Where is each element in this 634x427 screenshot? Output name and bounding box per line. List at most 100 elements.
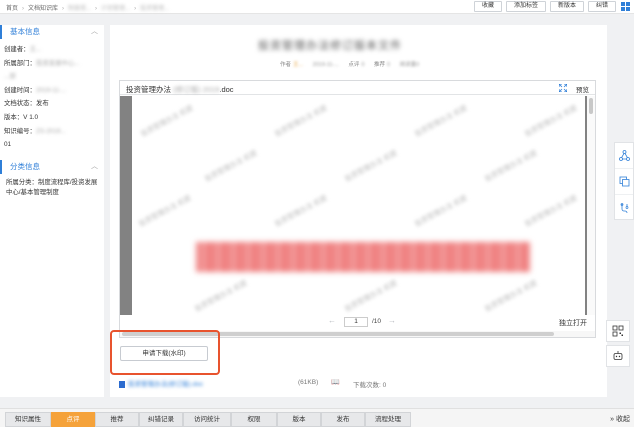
creator-label: 创建者：: [4, 46, 30, 53]
dept-value: 投资发展中心...: [35, 59, 80, 67]
watermark-text: 投资管理办法 机密: [413, 194, 469, 229]
favorite-button[interactable]: 收藏: [473, 1, 502, 12]
breadcrumb-subcategory[interactable]: 计划管理...: [101, 3, 130, 12]
dept-row-continued: ...部: [4, 72, 104, 86]
arrow-left-icon[interactable]: ←: [328, 316, 336, 325]
watermark-text: 投资管理办法 机密: [413, 104, 469, 139]
chevron-up-icon[interactable]: ︿: [91, 160, 98, 174]
attachment-name[interactable]: 投资管理办法(修订版).doc: [128, 381, 203, 388]
breadcrumb-separator: ›: [22, 6, 25, 12]
watermark-text: 投资管理办法 机密: [483, 149, 539, 184]
collapse-label: 收起: [616, 416, 630, 423]
book-icon[interactable]: 📖: [331, 378, 340, 386]
service-tool[interactable]: [606, 345, 630, 367]
code-value: ZS-2019...: [35, 127, 66, 135]
arrow-right-icon[interactable]: →: [388, 316, 396, 325]
code-row: 知识编号：ZS-2019...: [4, 127, 104, 141]
watermark-text: 投资管理办法 机密: [343, 279, 399, 314]
tab-permissions[interactable]: 权限: [231, 412, 277, 427]
breadcrumb-kb[interactable]: 文档知识库: [28, 3, 58, 12]
robot-service-icon: [613, 351, 623, 360]
apply-download-button[interactable]: 申请下载(水印): [120, 346, 208, 361]
correct-button[interactable]: 纠错: [587, 1, 616, 12]
watermark-text: 投资管理办法 机密: [273, 194, 329, 229]
tab-publish[interactable]: 发布: [321, 412, 365, 427]
chevron-up-icon[interactable]: ︿: [91, 25, 98, 39]
add-tag-button[interactable]: 添加标签: [505, 1, 546, 12]
recommend-value: 0: [387, 62, 391, 68]
author-label: 作者: [280, 62, 292, 68]
grid-view-icon[interactable]: [621, 2, 630, 11]
viewer-vertical-scrollbar[interactable]: [587, 96, 595, 315]
file-name-prefix: 投资管理办法: [126, 85, 171, 94]
fullscreen-icon[interactable]: [559, 84, 567, 92]
created-row: 创建时间：2019-11-...: [4, 86, 104, 100]
basic-info-header[interactable]: 基本信息 ︿: [0, 25, 104, 39]
dept-label: 所属部门：: [4, 59, 36, 67]
basic-info-title: 基本信息: [10, 27, 40, 36]
copy-tool[interactable]: [615, 169, 633, 195]
standalone-open-button[interactable]: 独立打开: [559, 318, 587, 328]
watermark-text: 投资管理办法 机密: [137, 194, 193, 229]
readers-value: 阅读量0: [399, 62, 420, 68]
breadcrumb-separator: ›: [134, 6, 137, 12]
version-row: 版本：V 1.0: [4, 113, 104, 127]
document-heading-redacted: [196, 242, 530, 272]
watermark-text: 投资管理办法 机密: [203, 149, 259, 184]
document-viewer: 投资管理办法 (修订版) 2019.doc 预览 投资管理办法 机密 投资管理办…: [119, 80, 596, 338]
page-number-input[interactable]: 1: [344, 317, 368, 327]
flow-icon: [620, 202, 628, 213]
share-tool[interactable]: [615, 143, 633, 169]
flow-tool[interactable]: [615, 195, 633, 221]
file-extension: .doc: [219, 85, 234, 94]
created-value: 2019-11-...: [35, 86, 67, 94]
version-label: 版本：: [4, 113, 24, 121]
tab-process[interactable]: 流程处理: [365, 412, 411, 427]
document-meta: 作者 王... 2019-11-... 点评 0 推荐 0 阅读量0: [280, 60, 427, 68]
author-value[interactable]: 王...: [293, 62, 303, 68]
bottom-tab-bar: 知识属性 点评 推荐 纠错记录 访问统计 权限 版本 发布 流程处理 » 收起: [0, 408, 634, 427]
watermark-text: 投资管理办法 机密: [483, 279, 539, 314]
watermark-text: 投资管理办法 机密: [523, 194, 579, 229]
tab-correction-records[interactable]: 纠错记录: [139, 412, 183, 427]
watermark-text: 投资管理办法 机密: [273, 104, 329, 139]
code-value-continued: 01: [4, 141, 12, 149]
tab-knowledge-attributes[interactable]: 知识属性: [5, 412, 51, 427]
status-label: 文档状态：: [4, 100, 36, 108]
top-bar: 首页 › 文档知识库 › 制度规... › 计划管理... › 投资管理... 收藏 添加标签 …: [0, 0, 634, 14]
document-render-area: 投资管理办法 机密 投资管理办法 机密 投资管理办法 机密 投资管理办法 机密 …: [120, 96, 589, 315]
tab-recommend[interactable]: 推荐: [95, 412, 139, 427]
breadcrumb: 首页 › 文档知识库 › 制度规... › 计划管理... › 投资管理...: [6, 3, 169, 12]
collapse-button[interactable]: » 收起: [610, 414, 630, 424]
right-tool-rail: [614, 142, 634, 220]
clicks-value: 0: [361, 62, 365, 68]
page-total: /10: [372, 318, 382, 325]
share-icon: [618, 150, 630, 161]
document-page: 投资管理办法 机密 投资管理办法 机密 投资管理办法 机密 投资管理办法 机密 …: [132, 96, 585, 315]
tab-visit-stats[interactable]: 访问统计: [183, 412, 231, 427]
tab-comments[interactable]: 点评: [51, 412, 95, 427]
double-chevron-right-icon: »: [610, 416, 615, 423]
watermark-text: 投资管理办法 机密: [139, 104, 195, 139]
breadcrumb-home[interactable]: 首页: [6, 3, 18, 12]
breadcrumb-category[interactable]: 制度规...: [68, 3, 91, 12]
new-version-button[interactable]: 新版本: [549, 1, 584, 12]
code-row-continued: 01: [4, 140, 104, 154]
category-path: 所属分类：制度流程库/投资发展中心/基本管理制度: [6, 178, 98, 196]
breadcrumb-current: 投资管理...: [140, 6, 170, 12]
tab-version[interactable]: 版本: [277, 412, 321, 427]
qrcode-icon: [612, 325, 624, 337]
scrollbar-thumb[interactable]: [589, 98, 593, 114]
qrcode-tool[interactable]: [606, 320, 630, 342]
category-info-header[interactable]: 分类信息 ︿: [0, 159, 104, 174]
watermark-text: 投资管理办法 机密: [343, 149, 399, 184]
breadcrumb-separator: ›: [95, 6, 98, 12]
dept-value-continued: ...部: [4, 73, 16, 81]
viewer-header: 投资管理办法 (修订版) 2019.doc 预览: [120, 81, 595, 95]
preview-label[interactable]: 预览: [576, 84, 589, 94]
attachment-size: (61KB): [298, 379, 319, 386]
created-label: 创建时间：: [4, 86, 36, 94]
top-actions: 收藏 添加标签 新版本 纠错: [473, 1, 616, 12]
download-count: 下载次数: 0: [353, 382, 387, 389]
copy-icon: [619, 176, 629, 187]
